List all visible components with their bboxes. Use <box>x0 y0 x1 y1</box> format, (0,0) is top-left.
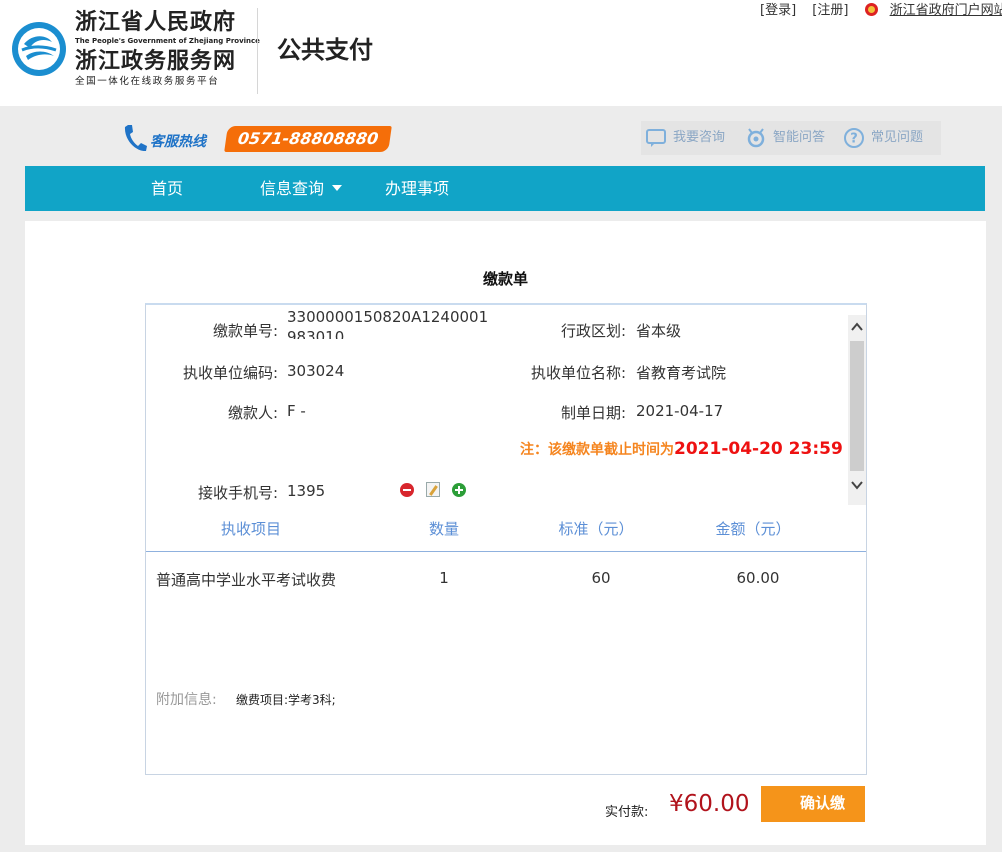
date-label: 制单日期: <box>560 404 626 422</box>
brand-name-government: 浙江省人民政府 <box>75 9 237 35</box>
deadline-prefix: 注：该缴款单截止时间为 <box>520 442 674 458</box>
unit-name-label: 执收单位名称: <box>530 364 626 382</box>
help-links: 我要咨询 智能问答 ? 常见问题 <box>641 121 941 155</box>
consult-link[interactable]: 我要咨询 <box>645 127 735 149</box>
phone-label: 接收手机号: <box>197 484 278 502</box>
nav-home[interactable]: 首页 <box>151 166 183 211</box>
region-value: 省本级 <box>636 322 682 340</box>
col-header-amount: 金额（元） <box>715 520 791 538</box>
remove-phone-icon[interactable] <box>400 483 414 497</box>
bill-info-area[interactable]: 缴款单号: 3300000150820A1240001 983010 行政区划:… <box>146 305 866 505</box>
robot-icon <box>747 128 765 148</box>
national-emblem-icon <box>864 3 878 16</box>
faq-link[interactable]: ? 常见问题 <box>843 127 933 149</box>
add-phone-icon[interactable] <box>452 483 466 497</box>
main-nav: 首页 信息查询 办理事项 <box>25 166 985 211</box>
bill-no-value: 3300000150820A1240001 983010 <box>287 308 489 339</box>
confirm-pay-button[interactable]: 确认缴 <box>761 786 865 822</box>
bill-box: 缴款单号: 3300000150820A1240001 983010 行政区划:… <box>145 303 867 775</box>
unit-code-label: 执收单位编码: <box>182 364 278 382</box>
col-header-item: 执收项目 <box>220 520 281 538</box>
smart-qa-label: 智能问答 <box>773 130 826 145</box>
nav-info-query[interactable]: 信息查询 <box>260 166 343 211</box>
chat-icon <box>646 129 666 147</box>
header-divider <box>257 8 258 94</box>
unit-code-value: 303024 <box>287 362 345 380</box>
bill-no-label: 缴款单号: <box>212 322 278 340</box>
faq-label: 常见问题 <box>871 130 924 145</box>
question-icon: ? <box>844 128 864 148</box>
payer-label: 缴款人: <box>227 404 278 422</box>
brand-subtitle: 全国一体化在线政务服务平台 <box>75 76 220 87</box>
hotline-number: 0571-88808880 <box>224 126 393 152</box>
extra-info-value: 缴费项目:学考3科; <box>236 693 336 707</box>
scroll-up-icon[interactable] <box>851 321 863 333</box>
nav-affairs[interactable]: 办理事项 <box>385 166 449 211</box>
date-value: 2021-04-17 <box>636 402 724 420</box>
extra-info-label: 附加信息: <box>156 692 217 708</box>
login-link[interactable]: [登录] <box>760 3 796 18</box>
row-amount: 60.00 <box>736 569 780 587</box>
phone-icon <box>124 125 147 152</box>
region-label: 行政区划: <box>560 322 626 340</box>
row-standard: 60 <box>591 569 611 587</box>
portal-link[interactable]: 浙江省政府门户网站 <box>890 3 1002 18</box>
main-panel: 缴款单 缴款单号: 3300000150820A1240001 983010 行… <box>25 221 986 845</box>
zhejiang-logo-icon <box>12 22 66 76</box>
col-header-standard: 标准（元） <box>558 520 634 538</box>
top-header: 浙江省人民政府 The People's Government of Zheji… <box>0 0 1002 106</box>
consult-label: 我要咨询 <box>673 130 726 145</box>
svg-text:?: ? <box>850 132 858 147</box>
bill-title: 缴款单 <box>482 270 528 288</box>
smart-qa-link[interactable]: 智能问答 <box>745 127 835 149</box>
register-link[interactable]: [注册] <box>812 3 848 18</box>
deadline-notice: 注：该缴款单截止时间为2021-04-20 23:59 <box>520 439 843 459</box>
pay-label: 实付款: <box>605 805 649 820</box>
brand-block[interactable]: 浙江省人民政府 The People's Government of Zheji… <box>75 8 260 88</box>
scroll-thumb[interactable] <box>850 341 864 471</box>
hotline-label: 客服热线 <box>150 134 206 150</box>
deadline-time: 2021-04-20 23:59 <box>674 439 843 459</box>
caret-down-icon <box>332 185 343 191</box>
edit-phone-icon[interactable] <box>426 482 440 497</box>
scroll-down-icon[interactable] <box>851 479 863 491</box>
row-item: 普通高中学业水平考试收费 <box>156 571 337 589</box>
phone-value: 1395 <box>287 482 326 500</box>
pay-amount: ¥60.00 <box>669 791 750 817</box>
table-divider <box>146 551 866 552</box>
brand-name-english: The People's Government of Zhejiang Prov… <box>75 37 260 45</box>
col-header-qty: 数量 <box>428 520 459 538</box>
unit-name-value: 省教育考试院 <box>636 364 727 382</box>
row-qty: 1 <box>439 569 449 587</box>
site-title: 公共支付 <box>277 36 373 64</box>
brand-name-service-net: 浙江政务服务网 <box>75 48 237 74</box>
top-links: [登录] [注册] 浙江省政府门户网站 <box>760 0 1002 18</box>
info-scrollbar[interactable] <box>848 315 866 505</box>
payer-value: F - <box>287 402 306 420</box>
nav-info-query-label: 信息查询 <box>260 179 325 198</box>
